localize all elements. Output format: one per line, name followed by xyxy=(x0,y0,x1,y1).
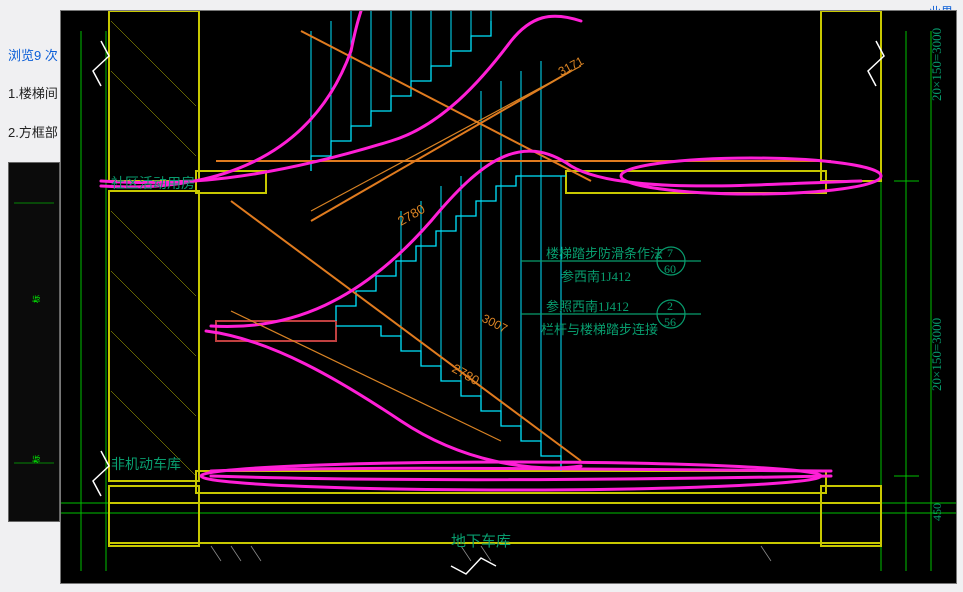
callout1-line2: 参西南1J412 xyxy=(561,269,631,284)
walls xyxy=(109,11,881,546)
view-count: 浏览9 次 xyxy=(8,45,58,64)
dim-3171: 3171 xyxy=(556,54,586,79)
label-room-top: 社区活动用房 xyxy=(111,176,195,192)
label-room-bottom: 地下车库 xyxy=(451,533,511,550)
markup-strokes xyxy=(101,11,881,490)
label-room-left: 非机动车库 xyxy=(111,456,181,473)
handrails xyxy=(216,31,831,461)
callout2-line1: 参照西南1J412 xyxy=(546,299,629,314)
dim-2780a: 2780 xyxy=(395,201,428,228)
svg-text:标: 标 xyxy=(31,295,41,303)
desc-line-1: 1.楼梯间 xyxy=(8,83,58,102)
callout1-den: 60 xyxy=(664,262,676,276)
callout2-num: 2 xyxy=(667,299,673,313)
dim-right-top: 20×150=3000 xyxy=(929,28,944,101)
callout1-line1: 楼梯踏步防滑条作法 xyxy=(546,246,663,261)
break-lines xyxy=(93,41,884,574)
dim-right-bot: 20×150=3000 xyxy=(929,318,944,391)
callout2-line2: 栏杆与楼梯踏步连接 xyxy=(541,322,658,337)
thumbnail-panel: 标 标 xyxy=(8,162,60,522)
svg-text:标: 标 xyxy=(31,455,41,463)
dim-3007: 3007 xyxy=(480,311,510,336)
callout2-den: 56 xyxy=(664,315,676,329)
desc-line-2: 2.方框部 xyxy=(8,122,58,141)
drawing-viewport[interactable]: 社区活动用房 非机动车库 地下车库 楼梯踏步防滑条作法 参西南1J412 7 6… xyxy=(60,10,957,584)
cad-drawing: 社区活动用房 非机动车库 地下车库 楼梯踏步防滑条作法 参西南1J412 7 6… xyxy=(61,11,956,583)
callout1-num: 7 xyxy=(667,246,673,260)
page-root: 业界 浏览9 次 1.楼梯间 2.方框部 标 标 xyxy=(0,0,963,592)
dim-450: 450 xyxy=(930,503,944,521)
wall-hatch xyxy=(111,21,196,476)
stair-flights xyxy=(311,11,566,471)
